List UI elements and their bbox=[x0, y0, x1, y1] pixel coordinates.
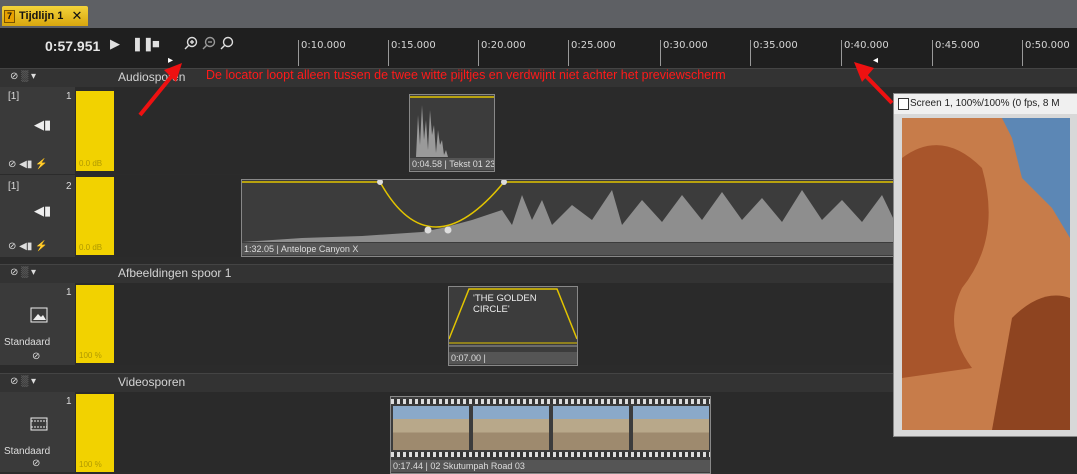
blend-mode[interactable]: Standaard bbox=[4, 337, 50, 348]
zoom-out-icon[interactable] bbox=[202, 36, 216, 50]
audio-clip-antelope[interactable]: 1:32.05 | Antelope Canyon X bbox=[241, 179, 895, 257]
time-ruler[interactable]: 0:10.000 0:15.000 0:20.000 0:25.000 0:30… bbox=[290, 28, 1077, 86]
speaker-icon[interactable]: ◀▮ bbox=[34, 117, 51, 133]
annotation-arrow-left bbox=[138, 63, 182, 117]
opacity-level[interactable]: 100 % bbox=[76, 285, 114, 363]
clip-label: 0:04.58 | Tekst 01 23 juni 1954 bbox=[410, 158, 494, 170]
volume-level-label: 0.0 dB bbox=[79, 243, 103, 252]
audio-track-1-header: [1] 1 ◀▮ ⊘ ◀▮ ⚡ bbox=[0, 87, 75, 174]
ruler-label: 0:30.000 bbox=[663, 40, 708, 51]
mute-icon[interactable]: ⊘ ◀▮ ⚡ bbox=[8, 159, 48, 170]
video-thumbnail bbox=[633, 406, 709, 450]
title-text: 'THE GOLDEN CIRCLE' bbox=[473, 293, 537, 315]
mute-icon[interactable]: ⊘ ◀▮ ⚡ bbox=[8, 241, 48, 252]
tab-number: 7 bbox=[4, 9, 16, 23]
preview-title: Screen 1, 100%/100% (0 fps, 8 M bbox=[894, 94, 1077, 114]
play-icon[interactable]: ▶ bbox=[110, 36, 120, 52]
mute-icon[interactable]: ⊘ bbox=[32, 458, 40, 469]
ruler-label: 0:40.000 bbox=[844, 40, 889, 51]
zoom-tools bbox=[184, 36, 234, 50]
clip-label: 1:32.05 | Antelope Canyon X bbox=[242, 243, 894, 255]
clip-label: 0:17.44 | 02 Skutumpah Road 03 bbox=[391, 460, 710, 472]
track-number: 1 bbox=[66, 287, 72, 298]
image-icon bbox=[30, 307, 48, 323]
video-clip-skutumpah[interactable]: 0:17.44 | 02 Skutumpah Road 03 bbox=[390, 396, 711, 474]
opacity-level-label: 100 % bbox=[79, 351, 102, 360]
ruler-label: 0:45.000 bbox=[935, 40, 980, 51]
preview-image bbox=[902, 118, 1070, 430]
timecode: 0:57.951 bbox=[45, 38, 101, 54]
ruler-label: 0:35.000 bbox=[753, 40, 798, 51]
mute-all-icon[interactable]: ⊘ ░ ▾ bbox=[10, 71, 36, 82]
close-icon[interactable]: ✕ bbox=[71, 8, 82, 24]
images-section-title: Afbeeldingen spoor 1 bbox=[118, 266, 232, 280]
film-perforation bbox=[391, 452, 710, 457]
video-thumbnail bbox=[473, 406, 549, 450]
ruler-label: 0:10.000 bbox=[301, 40, 346, 51]
opacity-level[interactable]: 100 % bbox=[76, 394, 114, 472]
mute-all-icon[interactable]: ⊘ ░ ▾ bbox=[10, 376, 36, 387]
mute-all-icon[interactable]: ⊘ ░ ▾ bbox=[10, 267, 36, 278]
zoom-fit-icon[interactable] bbox=[220, 36, 234, 50]
image-track-header: 1 Standaard ⊘ bbox=[0, 283, 75, 365]
opacity-level-label: 100 % bbox=[79, 460, 102, 469]
track-tag: [1] bbox=[8, 181, 20, 192]
image-clip-title[interactable]: 'THE GOLDEN CIRCLE' 0:07.00 | bbox=[448, 286, 578, 366]
pause-icon[interactable]: ❚❚ bbox=[132, 36, 154, 52]
track-number: 1 bbox=[66, 91, 72, 102]
tab-title: Tijdlijn 1 bbox=[19, 10, 64, 22]
annotation-text: De locator loopt alleen tussen de twee w… bbox=[206, 68, 726, 82]
stop-icon[interactable]: ■ bbox=[152, 36, 160, 51]
video-track-header: 1 Standaard ⊘ bbox=[0, 392, 75, 472]
video-section-title: Videosporen bbox=[118, 375, 186, 389]
speaker-icon[interactable]: ◀▮ bbox=[34, 203, 51, 219]
film-perforation bbox=[391, 399, 710, 404]
ruler-label: 0:15.000 bbox=[391, 40, 436, 51]
volume-level[interactable]: 0.0 dB bbox=[76, 177, 114, 255]
zoom-in-icon[interactable] bbox=[184, 36, 198, 50]
track-number: 2 bbox=[66, 181, 72, 192]
ruler-label: 0:25.000 bbox=[571, 40, 616, 51]
annotation-arrow-right bbox=[854, 62, 894, 105]
video-thumbnail bbox=[553, 406, 629, 450]
audio-track-2-header: [1] 2 ◀▮ ⊘ ◀▮ ⚡ bbox=[0, 175, 75, 257]
volume-level-label: 0.0 dB bbox=[79, 159, 103, 168]
tab-timeline[interactable]: 7 Tijdlijn 1 ✕ bbox=[2, 6, 89, 26]
audio-waveform bbox=[242, 180, 894, 242]
track-number: 1 bbox=[66, 396, 72, 407]
audio-clip-text[interactable]: 0:04.58 | Tekst 01 23 juni 1954 bbox=[409, 94, 495, 172]
preview-window[interactable]: Screen 1, 100%/100% (0 fps, 8 M bbox=[893, 93, 1077, 437]
volume-level[interactable]: 0.0 dB bbox=[76, 91, 114, 171]
track-tag: [1] bbox=[8, 91, 20, 102]
mute-icon[interactable]: ⊘ bbox=[32, 351, 40, 362]
tab-bar: 7 Tijdlijn 1 ✕ bbox=[0, 0, 1077, 28]
ruler-label: 0:20.000 bbox=[481, 40, 526, 51]
audio-waveform bbox=[410, 96, 494, 157]
clip-label: 0:07.00 | bbox=[449, 352, 577, 364]
blend-mode[interactable]: Standaard bbox=[4, 446, 50, 457]
video-thumbnail bbox=[393, 406, 469, 450]
ruler-label: 0:50.000 bbox=[1025, 40, 1070, 51]
film-icon bbox=[30, 417, 48, 431]
